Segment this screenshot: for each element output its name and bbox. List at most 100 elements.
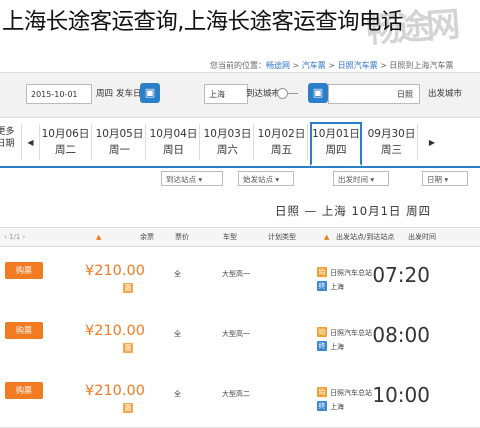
date-tab-date: 10月05日: [95, 128, 144, 140]
bus-type: 大型高一: [222, 330, 250, 338]
table-row: 购票 ¥210.00 惠 全 大型高一 始日照汽车总站终上海 08:00: [0, 307, 480, 368]
buy-ticket-button[interactable]: 购票: [5, 262, 43, 279]
depart-tag-icon: 始: [317, 387, 327, 397]
date-tab-date: 10月03日: [203, 128, 252, 140]
date-tab[interactable]: 10月04日 周日: [148, 124, 200, 160]
date-value: 2015-10-01: [31, 90, 78, 99]
arrive-station: 上海: [330, 283, 344, 291]
bus-type: 大型高二: [222, 390, 250, 398]
arrive-tag-icon: 终: [317, 341, 327, 351]
col-plan-type: 计划类型: [268, 233, 296, 241]
discount-tag-icon: 惠: [123, 403, 133, 413]
date-tab-date: 09月30日: [367, 128, 416, 140]
date-tab-date: 10月04日: [149, 128, 198, 140]
col-remaining[interactable]: 余票: [140, 228, 154, 246]
date-tab-weekday: 周一: [109, 144, 130, 156]
date-tab[interactable]: 10月02日 周五: [256, 124, 308, 160]
depart-station: 日照汽车总站: [330, 329, 372, 337]
arrive-station-select-label: 到达站点: [166, 175, 196, 184]
remaining-tickets: 全: [174, 330, 181, 338]
arrive-tag-icon: 终: [317, 401, 327, 411]
prev-arrow-icon[interactable]: ◀: [22, 124, 40, 160]
route-dot-icon: [277, 88, 288, 99]
arrive-station: 上海: [330, 343, 344, 351]
depart-station-select[interactable]: 始发站点 ▾: [238, 171, 294, 186]
date-tab-weekday: 周三: [381, 144, 402, 156]
depart-time-select[interactable]: 出发时间 ▾: [333, 171, 389, 186]
depart-station: 日照汽车总站: [330, 389, 372, 397]
depart-time-select-label: 出发时间: [338, 175, 368, 184]
depart-time: 07:20: [372, 263, 430, 287]
table-header: ‹ 1/1 › ▲ 余票 票价 车型 计划类型 ▲ 出发站点/到达站点 出发时间: [0, 227, 480, 247]
sort-up-icon[interactable]: ▲: [324, 228, 329, 246]
table-row: 购票 ¥210.00 惠 全 大型高一 始日照汽车总站终上海 07:20: [0, 247, 480, 308]
pager[interactable]: ‹ 1/1 ›: [4, 228, 25, 246]
sort-up-icon[interactable]: ▲: [96, 228, 101, 246]
price: ¥210.00: [85, 263, 145, 279]
price: ¥210.00: [85, 383, 145, 399]
bus-type: 大型高一: [222, 270, 250, 278]
depart-station: 日照汽车总站: [330, 269, 372, 277]
breadcrumb-sep: >: [290, 61, 302, 70]
date-tab-date: 10月01日: [312, 128, 360, 140]
date-tab[interactable]: 10月03日 周六: [202, 124, 254, 160]
date-input[interactable]: 2015-10-01: [26, 84, 92, 104]
arrive-station-select[interactable]: 到达站点 ▾: [161, 171, 223, 186]
bus-icon: ▣: [308, 83, 328, 103]
date-tab-weekday: 周二: [55, 144, 76, 156]
date-tab-weekday: 周六: [217, 144, 238, 156]
table-row: 购票 ¥210.00 惠 全 大型高二 始日照汽车总站终上海 10:00: [0, 367, 480, 428]
date-tab[interactable]: 10月05日 周一: [94, 124, 146, 160]
date-tab-weekday: 周四: [325, 144, 347, 156]
date-tabs: 更多 日期 ◀ 10月06日 周二 10月05日 周一 10月04日 周日 10月03日 周六 1…: [0, 118, 480, 168]
discount-tag-icon: 惠: [123, 343, 133, 353]
date-select-label: 日期: [427, 175, 442, 184]
date-select[interactable]: 日期 ▾: [422, 171, 468, 186]
date-tab-date: 10月06日: [41, 128, 90, 140]
weekday-label: 周四: [96, 89, 114, 99]
arrive-city-input[interactable]: 上海: [204, 84, 248, 104]
buy-ticket-button[interactable]: 购票: [5, 382, 43, 399]
results-heading: 日照 — 上海 10月1日 周四: [275, 204, 432, 218]
col-bus-type: 车型: [223, 233, 237, 241]
col-price[interactable]: 票价: [175, 228, 189, 246]
date-tab[interactable]: 09月30日 周三: [366, 124, 418, 160]
remaining-tickets: 全: [174, 390, 181, 398]
discount-tag-icon: 惠: [123, 283, 133, 293]
price: ¥210.00: [85, 323, 145, 339]
col-depart-time[interactable]: 出发时间: [408, 228, 436, 246]
bus-icon: ▣: [140, 83, 160, 103]
depart-tag-icon: 始: [317, 267, 327, 277]
date-tab-date: 10月02日: [257, 128, 306, 140]
date-tab[interactable]: 10月01日 周四: [310, 122, 362, 166]
depart-city-value: 日照: [397, 90, 413, 99]
more-dates-button[interactable]: 更多 日期: [0, 124, 22, 160]
breadcrumb-current: 日照到上海汽车票: [389, 61, 454, 70]
next-arrow-icon[interactable]: ▶: [422, 124, 442, 160]
search-bar: 2015-10-01 周四 发车日期 ▣ 上海 到达城市 ▣ 日照 出发城市: [0, 72, 480, 118]
page-title: 上海长途客运查询,上海长途客运查询电话: [2, 9, 403, 35]
depart-city-label: 出发城市: [428, 89, 463, 99]
date-tab[interactable]: 10月06日 周二: [40, 124, 92, 160]
breadcrumb-prefix: 您当前的位置：: [210, 61, 266, 70]
depart-station-select-label: 始发站点: [243, 175, 273, 184]
filter-bar: 到达站点 ▾ 始发站点 ▾ 出发时间 ▾ 日期 ▾: [0, 168, 480, 190]
depart-time: 10:00: [372, 383, 430, 407]
breadcrumb-sep: >: [377, 61, 390, 70]
arrive-tag-icon: 终: [317, 281, 327, 291]
depart-tag-icon: 始: [317, 327, 327, 337]
date-tab-weekday: 周日: [163, 144, 184, 156]
arrive-city-value: 上海: [209, 90, 225, 99]
depart-city-input[interactable]: 日照: [328, 84, 420, 104]
col-stations: 出发站点/到达站点: [336, 233, 395, 241]
breadcrumb-link-home[interactable]: 畅途网: [266, 61, 290, 70]
remaining-tickets: 全: [174, 270, 181, 278]
arrive-city-label: 到达城市: [246, 89, 281, 99]
date-tab-weekday: 周五: [271, 144, 292, 156]
breadcrumb-sep: >: [325, 61, 338, 70]
buy-ticket-button[interactable]: 购票: [5, 322, 43, 339]
breadcrumb-link-city[interactable]: 日照汽车票: [338, 61, 378, 70]
arrive-station: 上海: [330, 403, 344, 411]
breadcrumb: 您当前的位置：畅途网 > 汽车票 > 日照汽车票 > 日照到上海汽车票: [210, 60, 453, 71]
breadcrumb-link-bus[interactable]: 汽车票: [302, 61, 326, 70]
